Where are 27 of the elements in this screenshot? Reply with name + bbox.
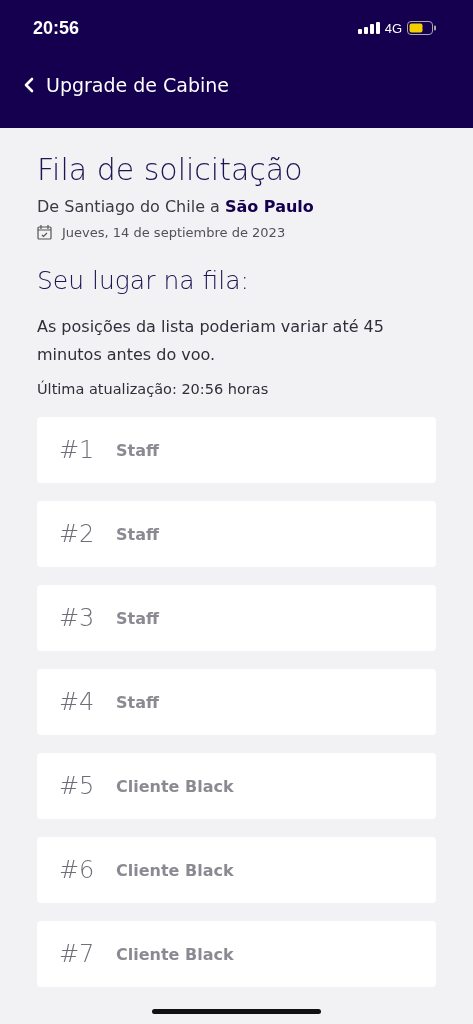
back-icon[interactable] [24,77,34,93]
network-label: 4G [384,20,402,36]
note-text: As posições da lista poderiam variar até 45 minutos antes do voo. [37,316,385,366]
queue-category: Staff [116,524,159,544]
section-title: Fila de solicitação [37,152,304,187]
battery-icon [407,21,437,35]
queue-position: #1 [59,436,96,464]
queue-category: Cliente Black [116,860,234,880]
queue-position: #5 [59,772,96,800]
queue-category: Cliente Black [116,944,234,964]
flight-date: Jueves, 14 de septiembre de 2023 [62,224,286,240]
queue-position: #4 [59,688,96,716]
queue-position: #3 [59,604,96,632]
signal-icon [357,22,380,34]
queue-category: Staff [116,440,159,460]
queue-heading: Seu lugar na fila: [37,266,250,295]
queue-position: #2 [59,520,96,548]
queue-category: Staff [116,608,159,628]
status-time: 20:56 [33,17,80,39]
queue-position: #7 [59,940,96,968]
update-time: Última atualização: 20:56 horas [37,381,270,397]
calendar-icon [37,224,52,240]
queue-category: Cliente Black [116,776,234,796]
page-title: Upgrade de Cabine [46,74,230,96]
queue-category: Staff [116,692,159,712]
route-text: De Santiago do Chile a São Paulo [37,197,315,216]
queue-position: #6 [59,856,96,884]
